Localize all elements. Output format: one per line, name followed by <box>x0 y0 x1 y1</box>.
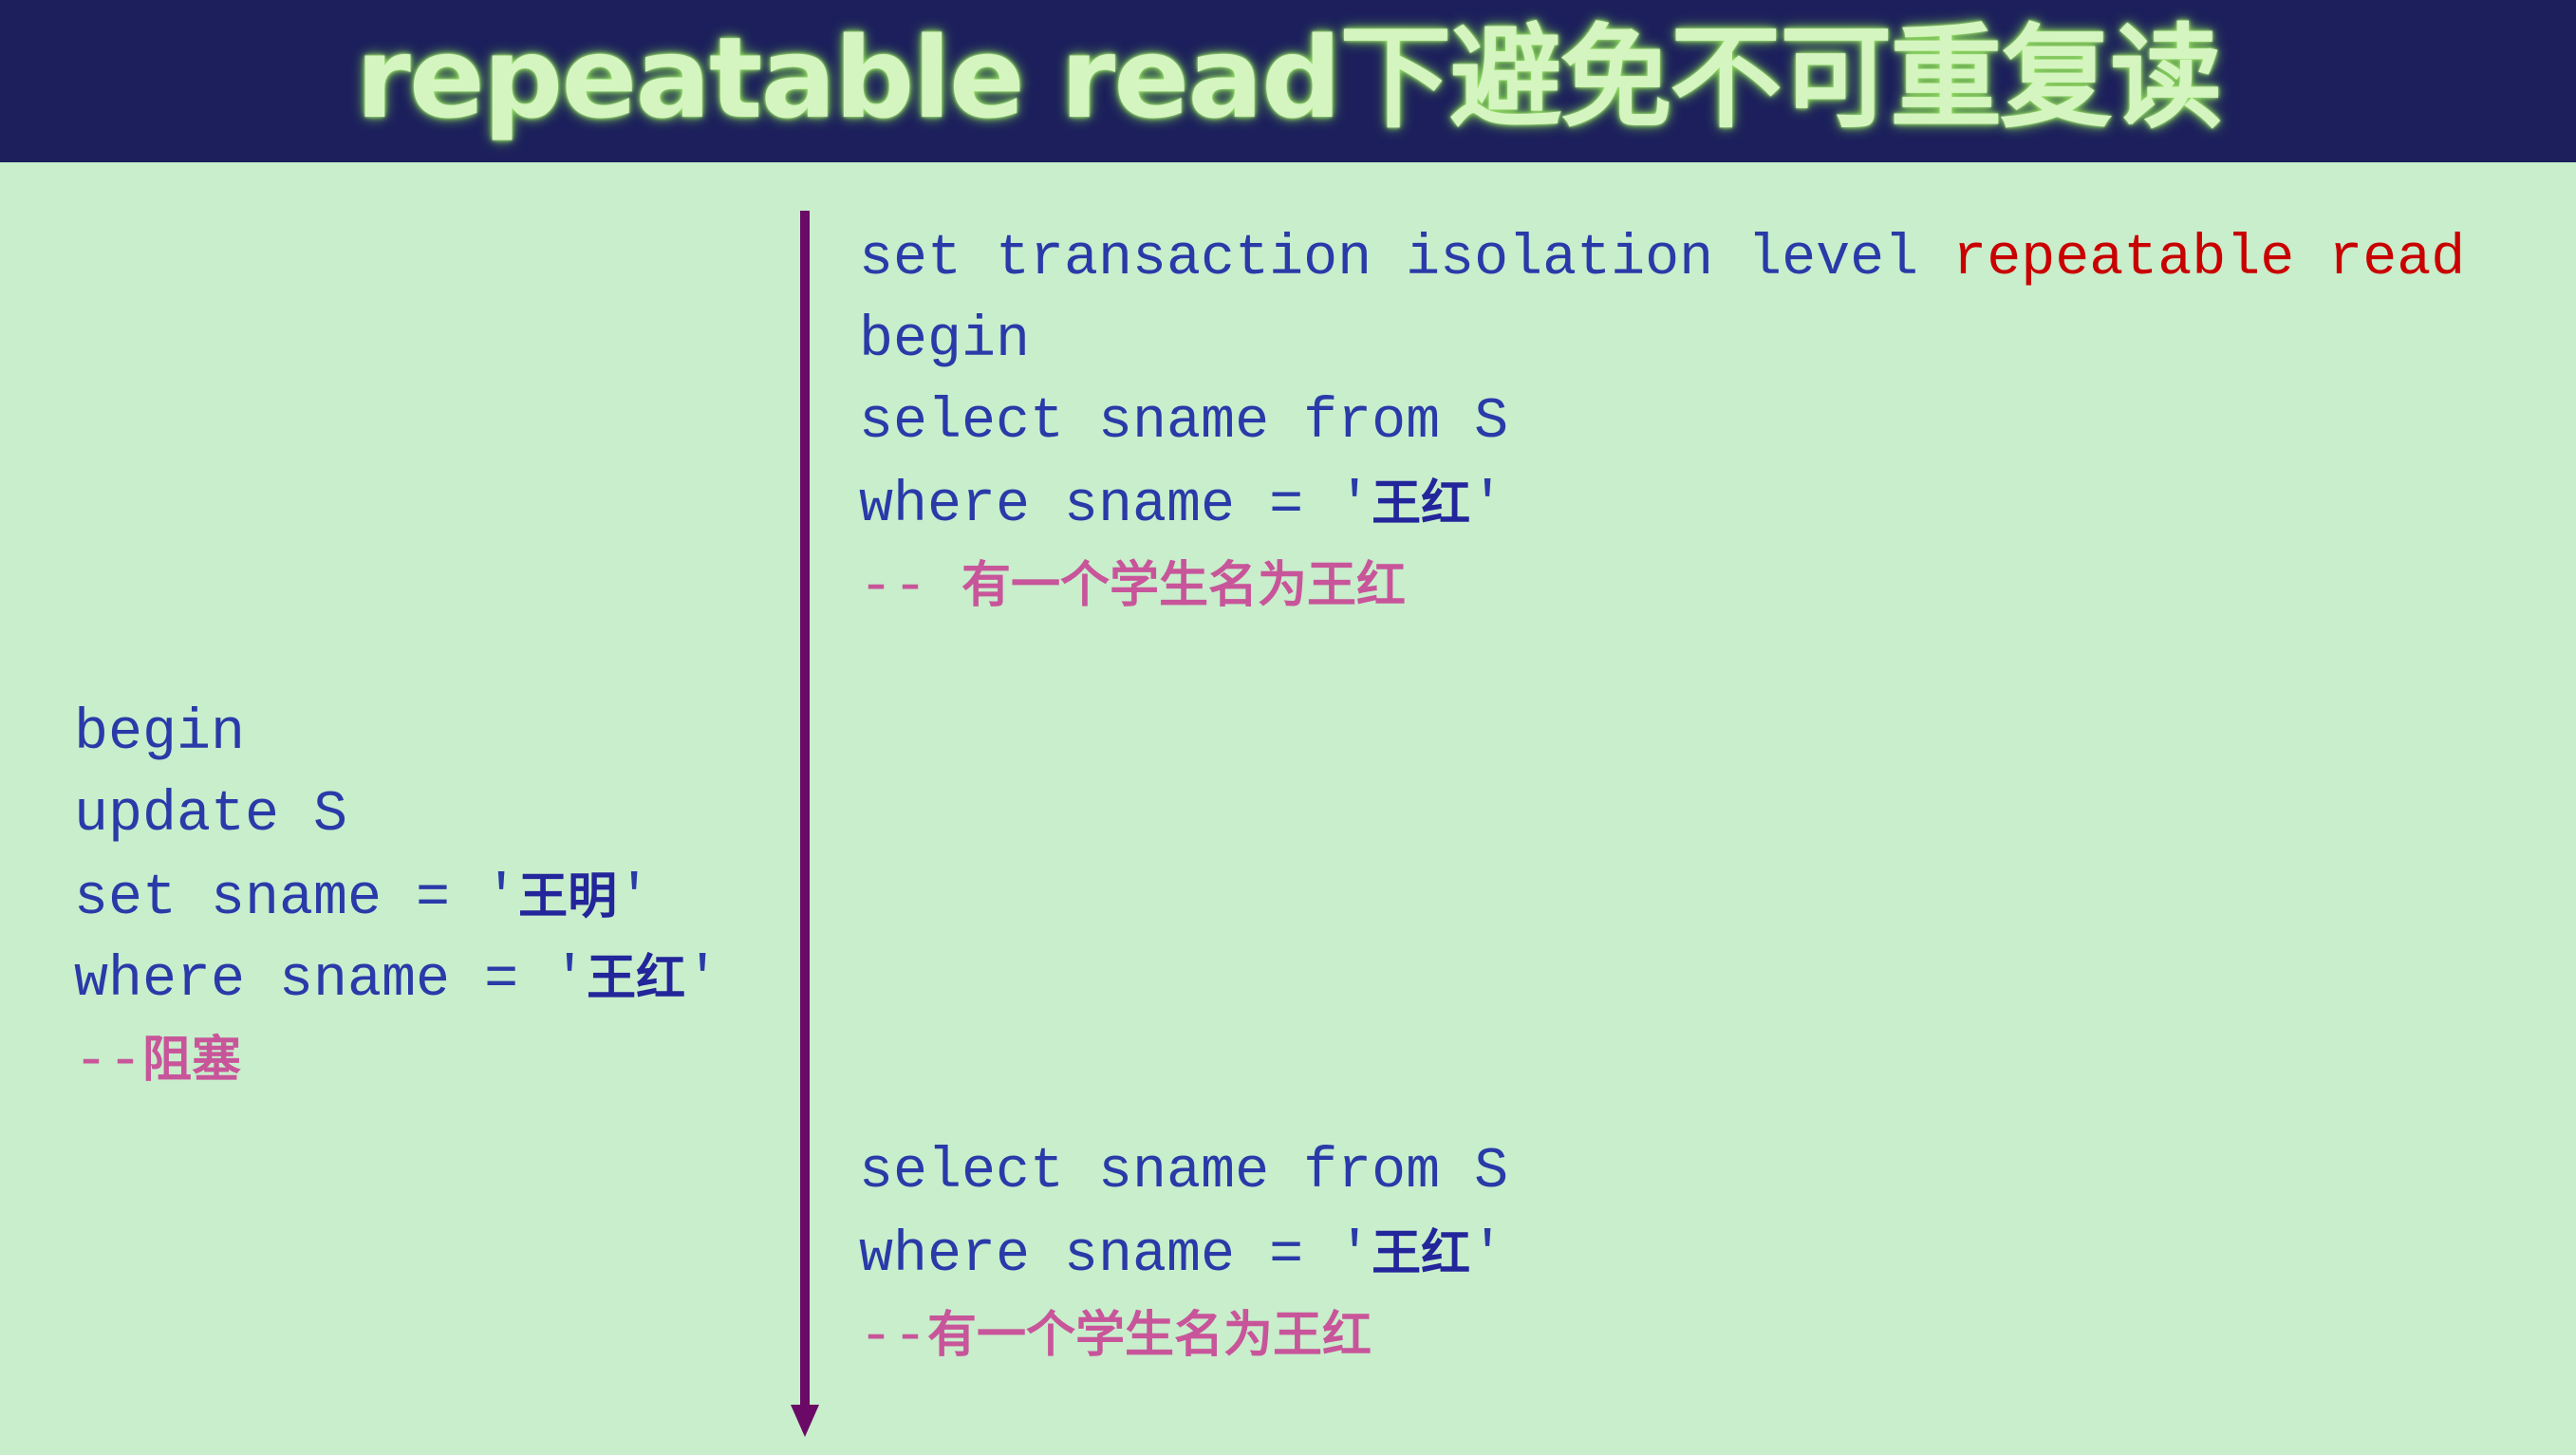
code-text: ' <box>1470 474 1505 538</box>
string-value: 王红 <box>587 950 686 1007</box>
timeline-line <box>800 211 810 1407</box>
code-text: ' <box>685 948 720 1013</box>
string-value: 王红 <box>1372 476 1471 532</box>
transaction-1-first-block: set transaction isolation level repeatab… <box>859 218 2465 626</box>
comment-text: 阻塞 <box>142 1032 242 1089</box>
code-text: ' <box>1470 1223 1505 1288</box>
code-line-where: where sname = '王红' <box>74 938 719 1019</box>
code-line-comment: --有一个学生名为王红 <box>859 1295 1508 1376</box>
comment-text: 有一个学生名为王红 <box>927 1307 1372 1364</box>
code-text: set transaction isolation level <box>859 227 1953 291</box>
comment-marker: -- <box>859 555 962 620</box>
code-line-comment: -- 有一个学生名为王红 <box>859 545 2465 626</box>
code-text: where sname = ' <box>74 948 588 1013</box>
comment-marker: -- <box>74 1030 143 1094</box>
string-value: 王红 <box>1372 1225 1471 1282</box>
isolation-level-keyword: repeatable read <box>1952 227 2466 291</box>
code-line-isolation-level: set transaction isolation level repeatab… <box>859 218 2465 300</box>
title-bar: repeatable read下避免不可重复读 <box>0 0 2576 162</box>
code-line-set: set sname = '王明' <box>74 856 719 938</box>
string-value: 王明 <box>518 868 618 925</box>
comment-marker: -- <box>859 1305 928 1370</box>
code-line-where: where sname = '王红' <box>859 463 2465 545</box>
code-line-where: where sname = '王红' <box>859 1213 1508 1295</box>
code-line-select: select sname from S <box>859 390 1509 455</box>
code-text: where sname = ' <box>859 1223 1372 1288</box>
transaction-2-block: begin update S set sname = '王明' where sn… <box>74 693 719 1101</box>
transaction-1-second-block: select sname from S where sname = '王红' -… <box>859 1131 1508 1376</box>
code-text: where sname = ' <box>859 474 1372 538</box>
code-line-select: select sname from S <box>859 1140 1509 1204</box>
code-line-comment: --阻塞 <box>74 1019 719 1101</box>
code-line-update: update S <box>74 783 348 848</box>
code-text: ' <box>617 867 652 931</box>
code-line-begin: begin <box>74 701 246 766</box>
code-line-begin: begin <box>859 308 1031 373</box>
code-text: set sname = ' <box>74 867 519 931</box>
slide-title: repeatable read下避免不可重复读 <box>355 11 2223 143</box>
comment-text: 有一个学生名为王红 <box>961 557 1407 614</box>
timeline-arrow-icon <box>791 1405 819 1437</box>
